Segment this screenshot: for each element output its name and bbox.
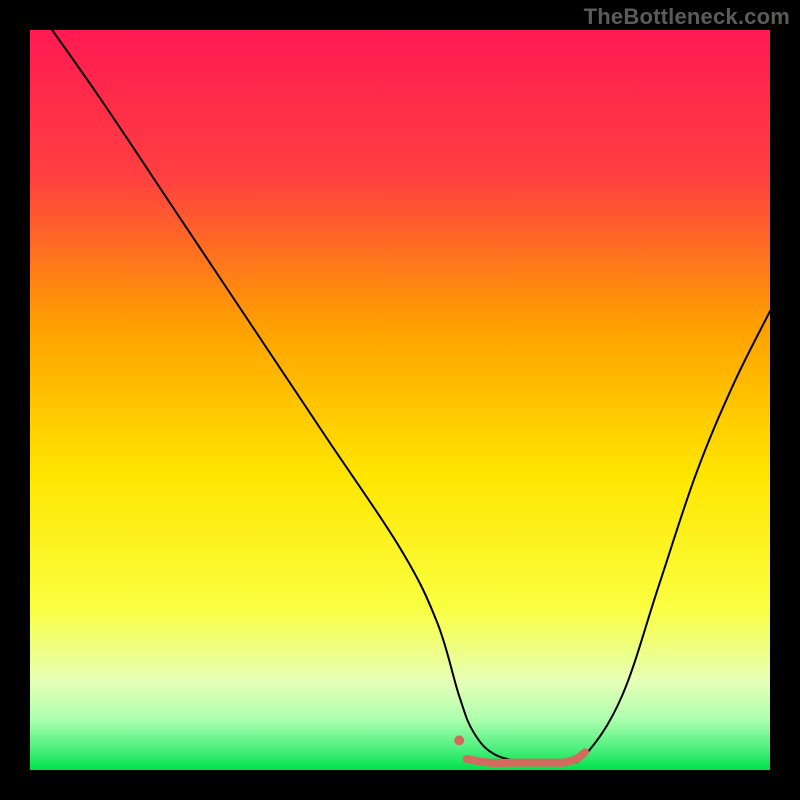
plot-area	[30, 30, 770, 770]
chart-frame: TheBottleneck.com	[0, 0, 800, 800]
gradient-background	[30, 30, 770, 770]
chart-svg	[30, 30, 770, 770]
annotation-optimal-marker-dot	[454, 735, 464, 745]
attribution-label: TheBottleneck.com	[584, 4, 790, 30]
